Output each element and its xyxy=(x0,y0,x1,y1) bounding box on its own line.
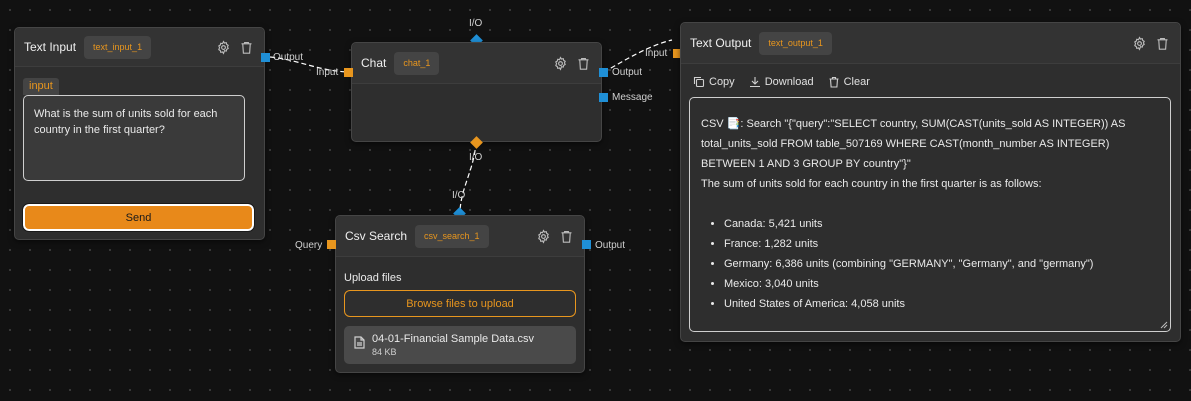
copy-button[interactable]: Copy xyxy=(693,76,735,88)
trash-icon[interactable] xyxy=(1154,35,1170,51)
list-item: Canada: 5,421 units xyxy=(724,214,1159,234)
csv-search-header[interactable]: Csv Search csv_search_1 xyxy=(336,216,584,257)
output-query-line-2: total_units_sold FROM table_507169 WHERE… xyxy=(701,138,1110,150)
copy-label: Copy xyxy=(709,76,735,88)
node-id-badge: csv_search_1 xyxy=(415,224,489,248)
file-name: 04-01-Financial Sample Data.csv xyxy=(372,333,535,345)
trash-icon[interactable] xyxy=(575,55,591,71)
file-icon xyxy=(354,336,365,354)
csv-query-label: Query xyxy=(295,240,323,251)
chat-input-label: Input xyxy=(316,67,339,78)
node-id-badge: text_input_1 xyxy=(84,35,152,59)
text-input-header[interactable]: Text Input text_input_1 xyxy=(15,28,264,67)
output-toolbar: Copy Download Clear xyxy=(693,76,870,88)
gear-icon[interactable] xyxy=(535,228,551,244)
list-item: United States of America: 4,058 units xyxy=(724,294,1159,314)
node-title: Csv Search xyxy=(345,229,408,243)
chat-io-top-label: I/O xyxy=(469,18,483,29)
text-output-content[interactable]: CSV 📑: Search "{"query":"SELECT country,… xyxy=(689,97,1171,332)
output-query-line-1: CSV 📑: Search "{"query":"SELECT country,… xyxy=(701,118,1126,130)
csv-output-label: Output xyxy=(595,240,626,251)
text-input-output-port[interactable] xyxy=(261,53,270,62)
text-output-header[interactable]: Text Output text_output_1 xyxy=(681,23,1180,64)
output-summary: The sum of units sold for each country i… xyxy=(701,178,1042,190)
chat-io-bottom-label: I/O xyxy=(469,152,483,163)
node-id-badge: chat_1 xyxy=(394,51,440,75)
text-input-output-label: Output xyxy=(273,52,304,63)
output-result-list: Canada: 5,421 units France: 1,282 units … xyxy=(701,214,1159,314)
trash-icon[interactable] xyxy=(238,39,254,55)
download-label: Download xyxy=(764,76,814,88)
text-output-node[interactable]: Text Output text_output_1 Copy Download … xyxy=(680,22,1181,342)
copy-icon xyxy=(693,76,705,88)
list-item: Germany: 6,386 units (combining "GERMANY… xyxy=(724,254,1159,274)
resize-handle-icon[interactable] xyxy=(1160,321,1168,329)
gear-icon[interactable] xyxy=(552,55,568,71)
gear-icon[interactable] xyxy=(215,39,231,55)
trash-icon[interactable] xyxy=(558,228,574,244)
gear-icon[interactable] xyxy=(1131,35,1147,51)
send-button[interactable]: Send xyxy=(22,203,255,232)
chat-message-label: Message xyxy=(612,92,653,103)
text-input-node[interactable]: Text Input text_input_1 input What is th… xyxy=(14,27,265,240)
trash-icon xyxy=(829,76,839,88)
csv-io-top-label: I/O xyxy=(452,190,466,201)
text-input-textarea[interactable]: What is the sum of units sold for each c… xyxy=(23,95,245,181)
list-item: France: 1,282 units xyxy=(724,234,1159,254)
list-item: Mexico: 3,040 units xyxy=(724,274,1159,294)
download-button[interactable]: Download xyxy=(749,76,814,88)
csv-output-port[interactable] xyxy=(582,240,591,249)
browse-files-button[interactable]: Browse files to upload xyxy=(344,290,576,317)
chat-output-port[interactable] xyxy=(599,68,608,77)
clear-button[interactable]: Clear xyxy=(828,76,870,88)
node-title: Text Output xyxy=(690,36,752,50)
text-output-input-label: Input xyxy=(645,48,668,59)
node-title: Text Input xyxy=(24,40,77,54)
chat-node[interactable]: Chat chat_1 xyxy=(351,42,602,142)
csv-query-port[interactable] xyxy=(327,240,336,249)
chat-input-port[interactable] xyxy=(344,68,353,77)
node-id-badge: text_output_1 xyxy=(759,31,832,55)
chat-output-label: Output xyxy=(612,67,643,78)
clear-label: Clear xyxy=(843,76,870,88)
node-title: Chat xyxy=(361,56,387,70)
input-field-tag: input xyxy=(23,78,59,95)
chat-header[interactable]: Chat chat_1 xyxy=(352,43,601,84)
chat-message-port[interactable] xyxy=(599,93,608,102)
output-query-line-3: BETWEEN 1 AND 3 GROUP BY country"}" xyxy=(701,158,911,170)
uploaded-file-card[interactable]: 04-01-Financial Sample Data.csv 84 KB xyxy=(344,326,576,364)
download-icon xyxy=(749,77,760,88)
upload-files-label: Upload files xyxy=(344,272,402,284)
csv-search-node[interactable]: Csv Search csv_search_1 Upload files Bro… xyxy=(335,215,585,373)
file-size: 84 KB xyxy=(372,347,397,357)
